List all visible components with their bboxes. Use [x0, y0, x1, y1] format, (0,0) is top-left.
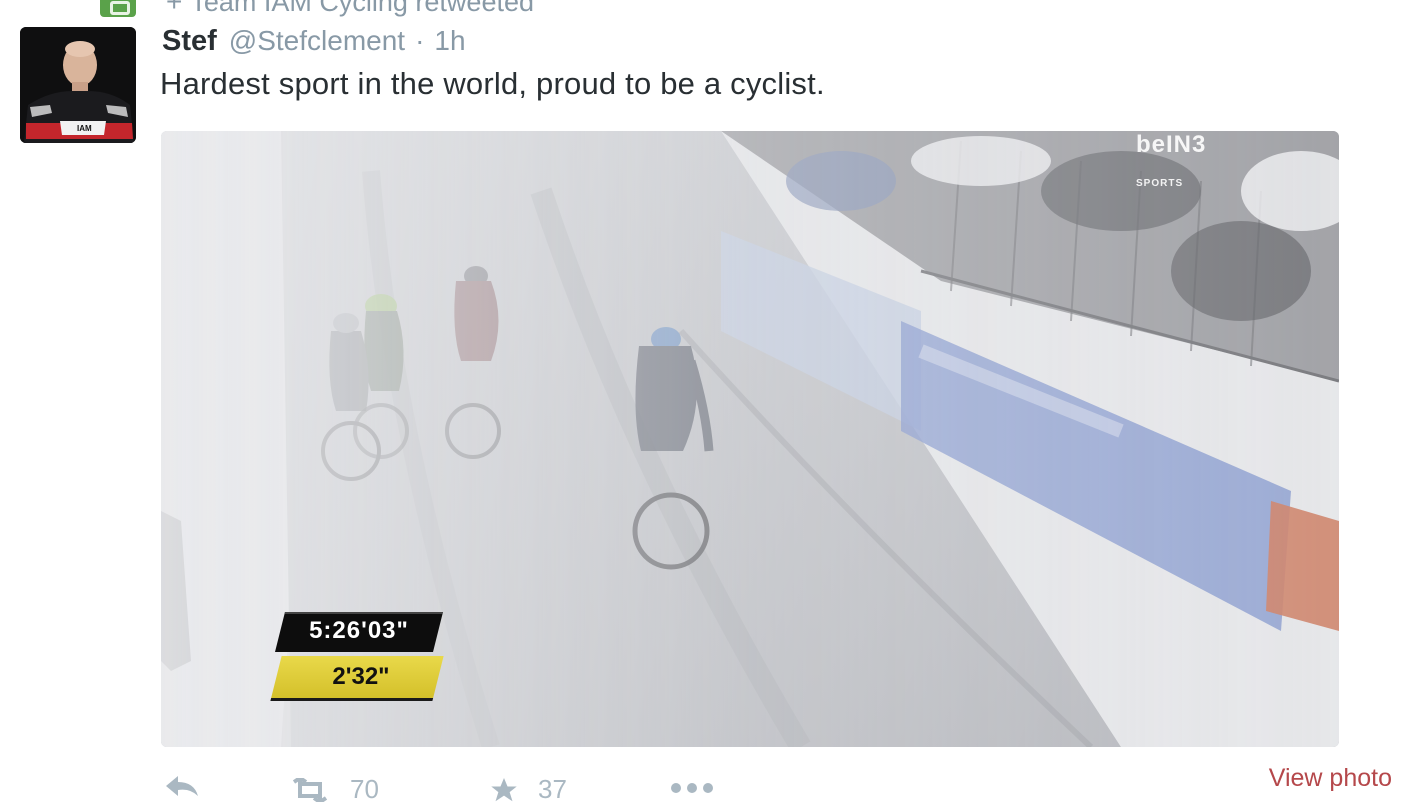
author-handle[interactable]: @Stefclement	[229, 25, 405, 57]
retweet-badge-icon	[100, 0, 136, 17]
view-photo-link[interactable]: View photo	[1269, 764, 1392, 793]
tweet-actions: 70 37	[160, 770, 1408, 804]
retweet-count: 70	[350, 774, 379, 804]
broadcaster-channel: 3	[1192, 131, 1207, 158]
author-name[interactable]: Stef	[162, 25, 217, 58]
star-icon	[491, 777, 517, 801]
retweet-action[interactable]: 70	[288, 774, 379, 805]
header-separator: ·	[415, 25, 425, 56]
tweet-header: Stef @Stefclement · 1h	[162, 25, 466, 61]
race-timer-overlay: 5:26'03" 2'32"	[270, 612, 446, 702]
broadcaster-sub: SPORTS	[1136, 177, 1184, 189]
favorite-count: 37	[538, 774, 567, 804]
retweet-context-text[interactable]: Team IAM Cycling retweeted	[190, 0, 534, 18]
race-time: 5:26'03"	[309, 617, 409, 644]
time-gap: 2'32"	[332, 663, 390, 690]
reply-icon[interactable]	[164, 774, 200, 798]
avatar-image: IAM	[20, 27, 136, 143]
svg-text:IAM: IAM	[77, 124, 92, 133]
tweet-text: Hardest sport in the world, proud to be …	[160, 66, 825, 101]
broadcaster-name: beIN	[1136, 131, 1193, 158]
avatar[interactable]: IAM	[20, 27, 136, 143]
retweet-icon	[292, 777, 328, 802]
tweet-timestamp[interactable]: 1h	[434, 25, 465, 57]
broadcaster-logo: beIN3 SPORTS	[1136, 131, 1206, 189]
retweet-context: + Team IAM Cycling retweeted	[100, 0, 534, 18]
more-icon[interactable]	[668, 774, 716, 798]
follow-plus-icon: +	[166, 0, 183, 17]
favorite-action[interactable]: 37	[486, 774, 567, 805]
